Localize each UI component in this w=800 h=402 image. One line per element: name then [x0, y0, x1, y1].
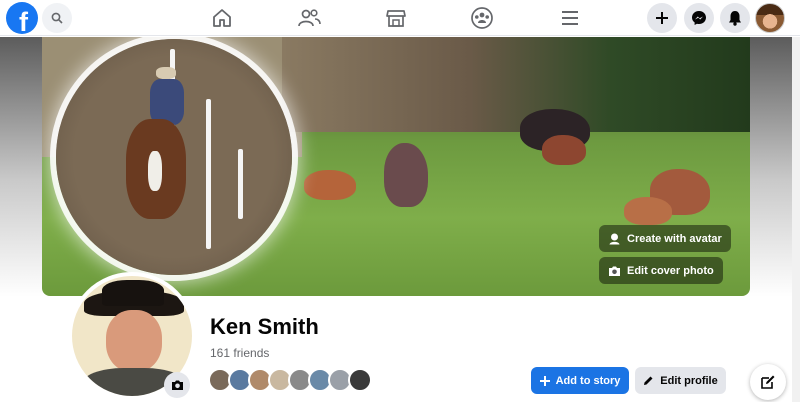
compose-icon: [761, 375, 775, 389]
horse-foal-2: [542, 135, 586, 165]
cover-photo[interactable]: Create with avatar Edit cover photo: [42, 37, 750, 296]
hat-crown: [102, 280, 164, 306]
camera-icon: [171, 380, 183, 390]
create-with-avatar-button[interactable]: Create with avatar: [599, 225, 731, 252]
rider-hat: [156, 67, 176, 79]
edit-cover-photo-label: Edit cover photo: [627, 264, 714, 277]
pole: [206, 99, 211, 249]
friend-avatars: [208, 368, 372, 394]
avatar-icon: [609, 233, 620, 245]
nav-home[interactable]: [209, 5, 235, 31]
friend-avatar[interactable]: [348, 368, 372, 392]
top-navbar: f: [0, 0, 800, 36]
add-to-story-label: Add to story: [555, 374, 621, 387]
nav-marketplace[interactable]: [383, 5, 409, 31]
add-to-story-button[interactable]: Add to story: [531, 367, 629, 394]
notifications-button[interactable]: [720, 3, 750, 33]
plus-icon: [539, 375, 550, 386]
home-icon: [213, 9, 231, 27]
friends-icon: [298, 9, 321, 27]
bell-icon: [729, 11, 741, 26]
menu-icon: [562, 11, 578, 25]
scrollbar[interactable]: [792, 37, 800, 402]
edit-profile-label: Edit profile: [660, 374, 718, 387]
pole: [238, 149, 243, 219]
camera-icon: [609, 266, 620, 276]
nav-menu[interactable]: [557, 5, 583, 31]
face: [106, 310, 162, 372]
marketplace-icon: [386, 10, 406, 27]
cover-inset-rider-photo: [56, 39, 292, 275]
horse-blaze: [148, 151, 162, 191]
plus-icon: [656, 12, 668, 24]
pencil-icon: [644, 376, 653, 385]
horse-foal-3: [624, 197, 672, 225]
horse-grey: [384, 143, 428, 207]
horse-foal-1: [304, 170, 356, 200]
search-icon: [51, 12, 63, 24]
profile-picture-camera-button[interactable]: [164, 372, 190, 398]
friends-count[interactable]: 161 friends: [210, 346, 269, 360]
edit-cover-photo-button[interactable]: Edit cover photo: [599, 257, 723, 284]
profile-name: Ken Smith: [210, 314, 319, 339]
messenger-button[interactable]: [684, 3, 714, 33]
search-button[interactable]: [42, 3, 72, 33]
cover-hedge: [282, 37, 750, 132]
facebook-logo[interactable]: f: [6, 2, 38, 34]
create-with-avatar-label: Create with avatar: [627, 232, 722, 245]
edit-profile-button[interactable]: Edit profile: [635, 367, 726, 394]
account-avatar[interactable]: [755, 3, 785, 33]
messenger-icon: [692, 11, 706, 25]
groups-icon: [471, 7, 493, 29]
create-button[interactable]: [647, 3, 677, 33]
nav-friends[interactable]: [296, 5, 322, 31]
nav-groups[interactable]: [469, 5, 495, 31]
new-message-button[interactable]: [750, 364, 786, 400]
